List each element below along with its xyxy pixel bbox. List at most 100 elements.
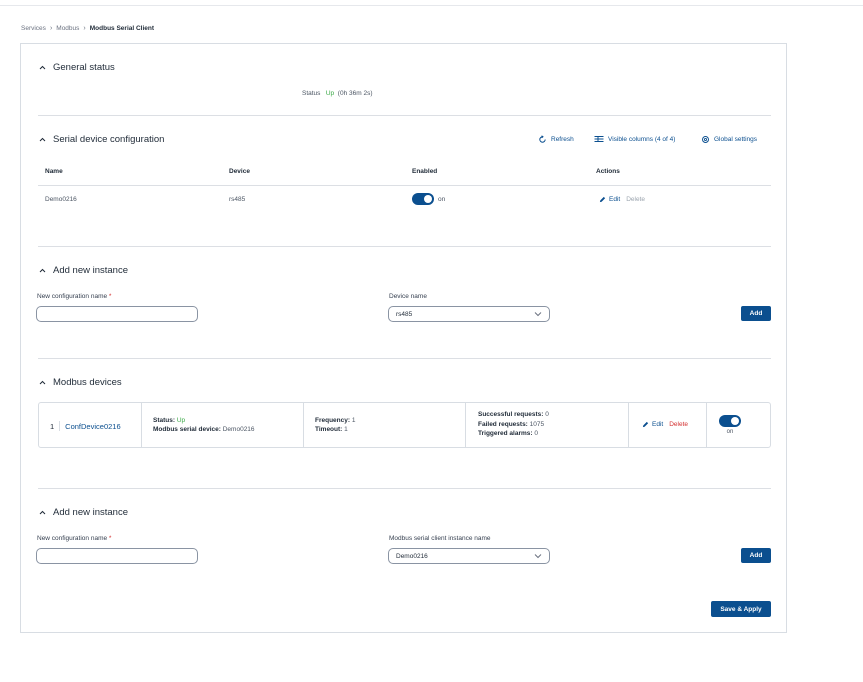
delete-button[interactable]: Delete [626,196,645,203]
chevron-right-icon: › [83,25,86,32]
instance-name-label: Modbus serial client instance name [389,535,491,542]
instance-name-select[interactable]: Demo0216 [388,548,550,564]
divider [38,115,771,116]
chevron-up-icon [38,135,47,144]
config-name-input-2[interactable] [36,548,198,564]
chevron-right-icon: › [49,25,53,32]
chevron-up-icon [38,508,47,517]
divider [59,421,61,431]
status-value: Up [176,417,186,424]
device-index: 1 [50,421,55,431]
main-panel: General status Status Up (0h 36m 2s) Ser… [20,43,787,633]
visible-columns-button[interactable]: Visible columns (4 of 4) [594,135,675,143]
device-name-label: Device name [389,293,427,300]
refresh-icon [539,135,546,143]
edit-button[interactable]: Edit [609,196,620,203]
global-settings-label: Global settings [714,136,757,143]
divider [38,246,771,247]
chevron-down-icon [534,554,542,559]
status-value: Up [325,90,335,97]
device-enabled-toggle[interactable] [719,415,741,427]
status-label: Status: [153,417,176,424]
global-settings-button[interactable]: Global settings [701,135,757,144]
column-header-actions: Actions [596,168,620,175]
device-status-info: Status: Up Modbus serial device: Demo021… [153,416,255,434]
device-requests-info: Successful requests: 0 Failed requests: … [478,410,549,439]
columns-icon [594,136,604,142]
breadcrumb-current: Modbus Serial Client [89,25,155,32]
add-instance-button[interactable]: Add [741,306,771,321]
chevron-up-icon [38,266,47,275]
table-cell-device: rs485 [229,196,246,203]
frequency-label: Frequency: [315,417,351,424]
breadcrumb: Services › Modbus › Modbus Serial Client [21,25,154,32]
device-name-col: 1 ConfDevice0216 [39,403,142,447]
config-name-label: New configuration name * [37,293,111,300]
status-label: Status [302,90,321,97]
general-status-header[interactable]: General status [38,62,115,73]
device-edit-button[interactable]: Edit [652,421,663,428]
serial-device-value: Demo0216 [222,426,255,433]
device-timing-info: Frequency: 1 Timeout: 1 [315,416,355,434]
enabled-toggle[interactable] [412,193,434,205]
add-instance-header-2[interactable]: Add new instance [38,507,128,518]
visible-columns-label: Visible columns (4 of 4) [608,135,676,143]
device-toggle-col: on [718,415,742,435]
status-uptime: (0h 36m 2s) [337,90,373,97]
failed-label: Failed requests: [478,420,528,428]
section-title: General status [53,62,115,73]
timeout-value: 1 [344,426,348,433]
column-header-device: Device [229,168,250,175]
device-requests-col: Successful requests: 0 Failed requests: … [466,403,629,447]
config-name-input[interactable] [36,306,198,322]
divider [38,358,771,359]
chevron-down-icon [534,312,542,317]
section-title: Add new instance [53,507,128,518]
serial-config-header[interactable]: Serial device configuration [38,134,164,145]
frequency-value: 1 [351,417,356,424]
pencil-icon [642,421,649,428]
device-name-link[interactable]: ConfDevice0216 [65,422,120,431]
enabled-toggle-label: on [438,195,446,203]
config-name-label-2: New configuration name * [37,535,111,542]
device-delete-button[interactable]: Delete [669,421,688,428]
alarms-value: 0 [534,430,538,437]
device-name-value: rs485 [396,310,413,318]
timeout-label: Timeout: [315,426,343,433]
alarms-label: Triggered alarms: [478,430,533,437]
serial-device-label: Modbus serial device: [153,426,221,433]
table-cell-enabled: on [412,193,445,205]
breadcrumb-services[interactable]: Services [21,25,46,32]
breadcrumb-modbus[interactable]: Modbus [56,25,79,32]
divider [38,488,771,489]
gear-icon [702,136,709,143]
chevron-up-icon [38,378,47,387]
pencil-icon [599,196,606,203]
refresh-label: Refresh [551,136,574,143]
device-card: 1 ConfDevice0216 Status: Up Modbus seria… [38,402,771,448]
table-cell-name: Demo0216 [45,196,77,203]
status-line: Status Up (0h 36m 2s) [302,90,372,97]
device-actions-col: Edit Delete [629,403,707,447]
config-name-label-text: New configuration name [37,293,108,300]
table-cell-actions: Edit Delete [599,196,645,203]
failed-value: 1075 [529,420,545,428]
required-mark: * [108,293,112,300]
section-title: Serial device configuration [53,134,165,145]
device-name-select[interactable]: rs485 [388,306,550,322]
add-device-button[interactable]: Add [741,548,771,563]
refresh-button[interactable]: Refresh [538,135,574,144]
section-title: Add new instance [53,265,128,276]
add-instance-header[interactable]: Add new instance [38,265,128,276]
successful-label: Successful requests: [478,411,544,418]
device-toggle-label: on [726,429,734,435]
save-apply-button[interactable]: Save & Apply [711,601,771,617]
required-mark: * [108,535,112,542]
column-header-name: Name [45,168,63,175]
config-name-label-text: New configuration name [37,535,108,542]
section-title: Modbus devices [53,377,122,388]
modbus-devices-header[interactable]: Modbus devices [38,377,122,388]
successful-value: 0 [545,411,549,418]
device-actions: Edit Delete [642,421,688,428]
top-bar [0,0,863,6]
